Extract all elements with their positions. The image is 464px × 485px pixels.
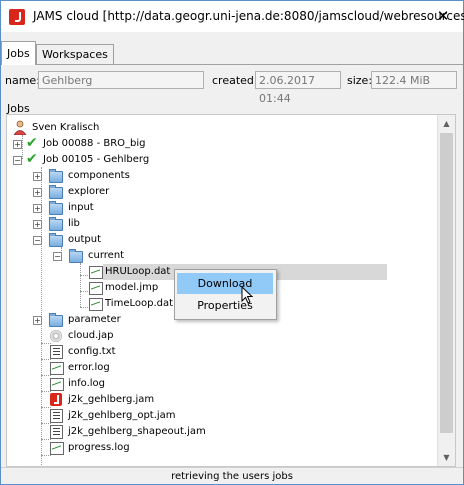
expand-icon[interactable]: +	[33, 316, 42, 325]
status-bar: retrieving the users jobs	[1, 467, 463, 485]
folder-open-icon	[69, 249, 83, 263]
user-icon	[13, 120, 27, 135]
scrollbar-thumb[interactable]	[440, 133, 453, 433]
job-info-row: name: Gehlberg created: 2.06.2017 01:44 …	[1, 69, 463, 105]
data-file-icon	[89, 282, 103, 295]
folder-icon	[49, 201, 63, 215]
text-file-icon	[50, 409, 63, 423]
tree-label: current	[88, 250, 125, 261]
expand-icon[interactable]: +	[13, 140, 22, 149]
tree-label: parameter	[68, 314, 121, 325]
app-window: JAMS cloud [http://data.geogr.uni-jena.d…	[0, 0, 464, 485]
created-label: created:	[212, 74, 258, 87]
tree-label: input	[68, 202, 94, 213]
tree-line	[22, 135, 23, 159]
folder-icon	[49, 169, 63, 183]
tree-line	[41, 359, 51, 360]
tree-line	[41, 391, 51, 392]
folder-open-icon	[49, 233, 63, 247]
folder-icon	[49, 313, 63, 327]
check-icon: ✔	[26, 151, 38, 167]
tree-label: TimeLoop.dat	[105, 298, 174, 309]
context-menu: Download Properties	[174, 269, 277, 320]
tree-line	[41, 455, 51, 456]
close-icon[interactable]: ✕	[431, 5, 455, 27]
tree-label: config.txt	[68, 346, 116, 357]
data-file-icon	[50, 362, 64, 375]
tree-line	[41, 407, 51, 408]
window-title: JAMS cloud [http://data.geogr.uni-jena.d…	[33, 9, 464, 23]
title-bar[interactable]: JAMS cloud [http://data.geogr.uni-jena.d…	[1, 1, 464, 32]
tree-line	[41, 423, 51, 424]
tree-label: error.log	[68, 362, 110, 373]
menu-item-properties[interactable]: Properties	[177, 295, 273, 316]
name-label: name:	[5, 74, 40, 87]
expand-icon[interactable]: +	[33, 220, 42, 229]
tree-line	[80, 307, 88, 308]
tree-label: j2k_gehlberg_shapeout.jam	[68, 426, 206, 437]
expand-icon[interactable]: +	[33, 204, 42, 213]
tree-label: Sven Kralisch	[32, 122, 100, 133]
tab-workspaces[interactable]: Workspaces	[36, 44, 114, 64]
tree-label: progress.log	[68, 442, 130, 453]
menu-item-download[interactable]: Download	[177, 273, 273, 294]
expand-icon[interactable]: +	[33, 172, 42, 181]
size-field[interactable]: 122.4 MiB	[371, 71, 457, 89]
created-field[interactable]: 2.06.2017 01:44	[255, 71, 341, 105]
tree-label: HRULoop.dat	[105, 264, 171, 280]
check-icon: ✔	[26, 135, 38, 151]
tree-line	[80, 275, 88, 276]
tree-label: cloud.jap	[68, 330, 114, 341]
tree-label: components	[68, 170, 130, 181]
jams-app-icon	[9, 9, 25, 25]
folder-icon	[49, 217, 63, 231]
tree-line	[41, 439, 51, 440]
collapse-icon[interactable]: −	[53, 252, 62, 261]
tree-line	[41, 343, 51, 344]
vertical-scrollbar[interactable]: ▲ ▼	[437, 115, 455, 466]
collapse-icon[interactable]: −	[33, 236, 42, 245]
scroll-up-icon[interactable]: ▲	[438, 115, 455, 132]
tab-bar: Jobs Workspaces	[1, 41, 463, 65]
mouse-cursor-icon	[241, 286, 254, 304]
disc-file-icon	[50, 330, 62, 342]
tree-label: j2k_gehlberg_opt.jam	[68, 410, 176, 421]
text-file-icon	[50, 425, 63, 439]
text-file-icon	[50, 345, 63, 359]
data-file-icon	[50, 442, 64, 455]
size-label: size:	[347, 74, 373, 87]
tree-label: explorer	[68, 186, 110, 197]
tree-label: j2k_gehlberg.jam	[68, 394, 155, 405]
tree-label: info.log	[68, 378, 106, 389]
collapse-icon[interactable]: −	[13, 156, 22, 165]
tree-label: Job 00088 - BRO_big	[43, 138, 146, 149]
expand-icon[interactable]: +	[33, 188, 42, 197]
tree-label: output	[68, 234, 101, 245]
tree-line	[80, 263, 81, 307]
tree-line	[80, 291, 88, 292]
tab-jobs[interactable]: Jobs	[1, 41, 36, 65]
data-file-icon	[89, 266, 103, 279]
tree-label: Job 00105 - Gehlberg	[43, 154, 150, 165]
tree-line	[41, 375, 51, 376]
jams-file-icon	[50, 393, 62, 406]
tree-label: lib	[68, 218, 80, 229]
scroll-down-icon[interactable]: ▼	[438, 449, 455, 466]
folder-icon	[49, 185, 63, 199]
name-field[interactable]: Gehlberg	[38, 71, 204, 89]
tree-label: model.jmp	[105, 282, 159, 293]
data-file-icon	[50, 378, 64, 391]
data-file-icon	[89, 298, 103, 311]
